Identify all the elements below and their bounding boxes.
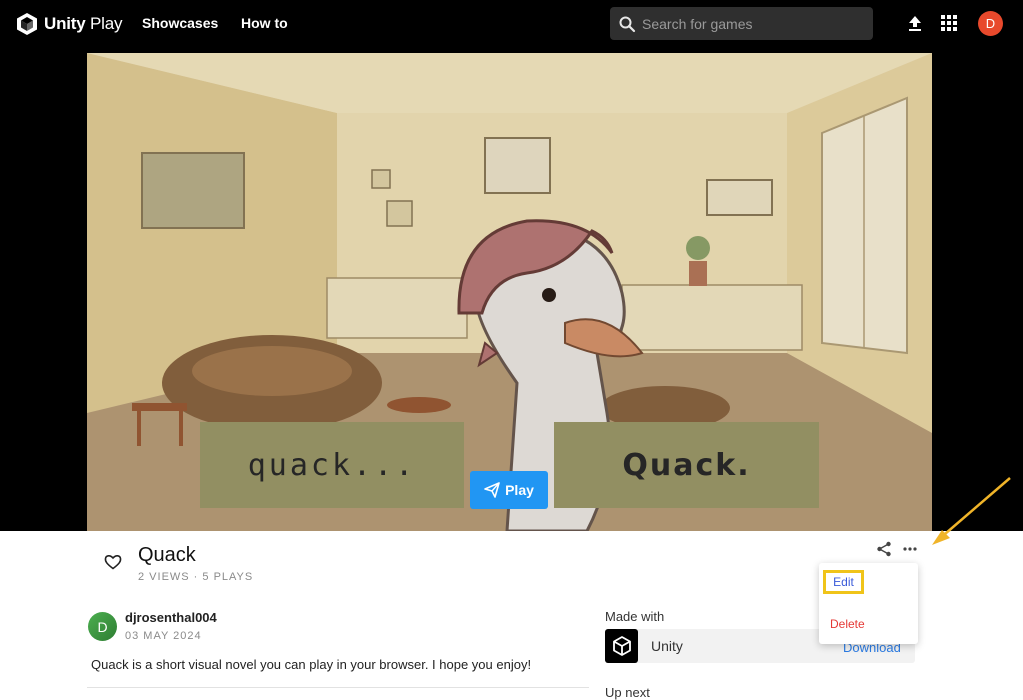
nav-how-to[interactable]: How to: [241, 15, 288, 31]
search-input[interactable]: [642, 15, 862, 32]
menu-item-edit[interactable]: Edit: [823, 570, 864, 594]
user-avatar[interactable]: D: [978, 11, 1003, 36]
publish-date: 03 MAY 2024: [125, 630, 202, 642]
choice-button-1[interactable]: quack...: [200, 422, 464, 508]
unity-play-logo[interactable]: Unity Play: [14, 11, 123, 37]
unity-engine-badge: [605, 629, 638, 663]
annotation-arrow: [932, 477, 1011, 545]
game-title: Quack: [138, 544, 196, 566]
game-canvas[interactable]: quack... Quack. Play: [87, 53, 932, 531]
search-box[interactable]: [610, 7, 873, 40]
nav-showcases[interactable]: Showcases: [142, 15, 218, 31]
options-dropdown-menu: Edit Delete: [819, 563, 918, 644]
logo-text: Unity Play: [44, 14, 123, 33]
game-stats: 2 VIEWS · 5 PLAYS: [138, 571, 254, 583]
play-button[interactable]: Play: [470, 471, 548, 509]
made-with-label: Made with: [605, 609, 665, 624]
unity-logo-icon: [17, 13, 37, 35]
search-icon: [619, 16, 636, 32]
apps-grid-icon[interactable]: [940, 14, 958, 32]
play-button-label: Play: [505, 482, 534, 498]
unity-icon: [612, 636, 631, 656]
author-avatar[interactable]: D: [88, 612, 117, 641]
heart-icon[interactable]: [104, 553, 122, 571]
share-icon[interactable]: [876, 541, 892, 557]
more-options-icon[interactable]: [902, 546, 918, 552]
game-description: Quack is a short visual novel you can pl…: [91, 657, 532, 672]
divider: [87, 687, 589, 688]
top-nav-bar: Unity Play Showcases How to D: [0, 0, 1023, 48]
upload-icon[interactable]: [906, 14, 924, 32]
author-name[interactable]: djrosenthal004: [125, 610, 217, 625]
menu-item-delete[interactable]: Delete: [830, 617, 865, 631]
engine-name: Unity: [651, 638, 683, 654]
up-next-label: Up next: [605, 685, 650, 700]
paper-plane-icon: [484, 482, 500, 498]
choice-button-2[interactable]: Quack.: [554, 422, 819, 508]
